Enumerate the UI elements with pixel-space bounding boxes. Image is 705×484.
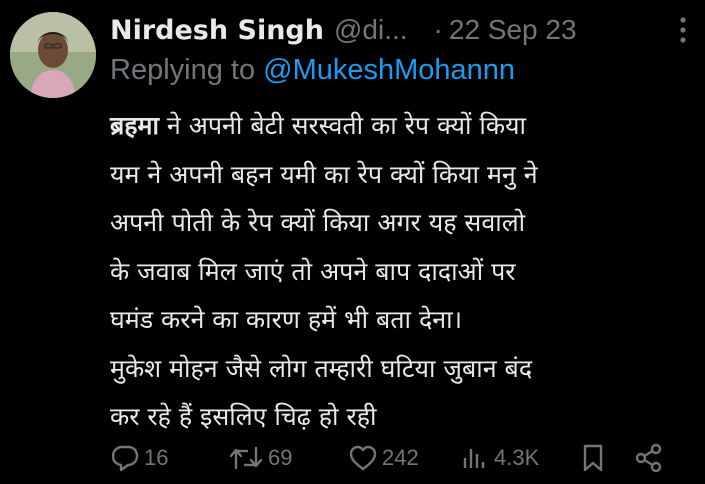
profile-avatar-icon — [10, 12, 96, 98]
tweet-header: Nirdesh Singh @di... · 22 Sep 23 — [110, 10, 685, 50]
reply-count: 16 — [144, 445, 169, 470]
tweet-line: के जवाब मिल जाएं तो अपने बाप दादाओं पर — [110, 256, 516, 286]
bookmark-button[interactable] — [580, 438, 606, 478]
author-handle[interactable]: @di... — [334, 14, 408, 46]
replying-to-label: Replying to — [110, 54, 264, 86]
like-button[interactable]: 242 — [348, 438, 419, 478]
tweet-bold-word: ब्रहमा — [110, 111, 159, 140]
author-name[interactable]: Nirdesh Singh — [110, 15, 324, 46]
tweet-line: कर रहे हैं इसलिए चिढ़ हो रही — [110, 402, 377, 431]
reply-button[interactable]: 16 — [110, 438, 168, 478]
like-count: 242 — [382, 445, 419, 470]
analytics-icon — [463, 449, 485, 468]
repost-button[interactable]: 69 — [228, 438, 292, 478]
action-bar: 16 69 242 4.3K — [110, 438, 690, 478]
tweet-text: ब्रहमा ने अपनी बेटी सरस्वती का रेप क्यों… — [110, 102, 700, 442]
reply-icon — [111, 445, 139, 472]
heart-icon — [349, 445, 377, 471]
share-button[interactable] — [634, 438, 664, 478]
tweet-line-text: ने अपनी बेटी सरस्वती का रेप क्यों किया — [158, 111, 527, 140]
tweet-date[interactable]: 22 Sep 23 — [449, 14, 577, 46]
view-count: 4.3K — [494, 445, 540, 470]
replying-to: Replying to @MukeshMohannn — [110, 54, 515, 94]
repost-icon — [229, 446, 263, 470]
tweet-line: अपनी पोती के रेप क्यों किया अगर यह सवालो — [110, 208, 526, 237]
views-button[interactable]: 4.3K — [460, 438, 539, 478]
repost-count: 69 — [268, 445, 293, 470]
tweet-line: घमंड करने का कारण हमें भी बता देना। — [110, 305, 463, 334]
tweet-line: यम ने अपनी बहन यमी का रेप क्यों किया मनु… — [110, 159, 538, 189]
reply-mention-link[interactable]: @MukeshMohannn — [263, 54, 515, 86]
share-icon — [635, 443, 662, 473]
tweet-line: ब्रहमा ने अपनी बेटी सरस्वती का रेप क्यों… — [110, 102, 700, 151]
avatar[interactable] — [10, 12, 96, 98]
separator-dot: · — [433, 14, 443, 45]
tweet-line: मुकेश मोहन जैसे लोग तम्हारी घटिया जुबान … — [110, 353, 533, 383]
more-options-icon[interactable] — [679, 14, 687, 46]
bookmark-icon — [583, 444, 603, 472]
